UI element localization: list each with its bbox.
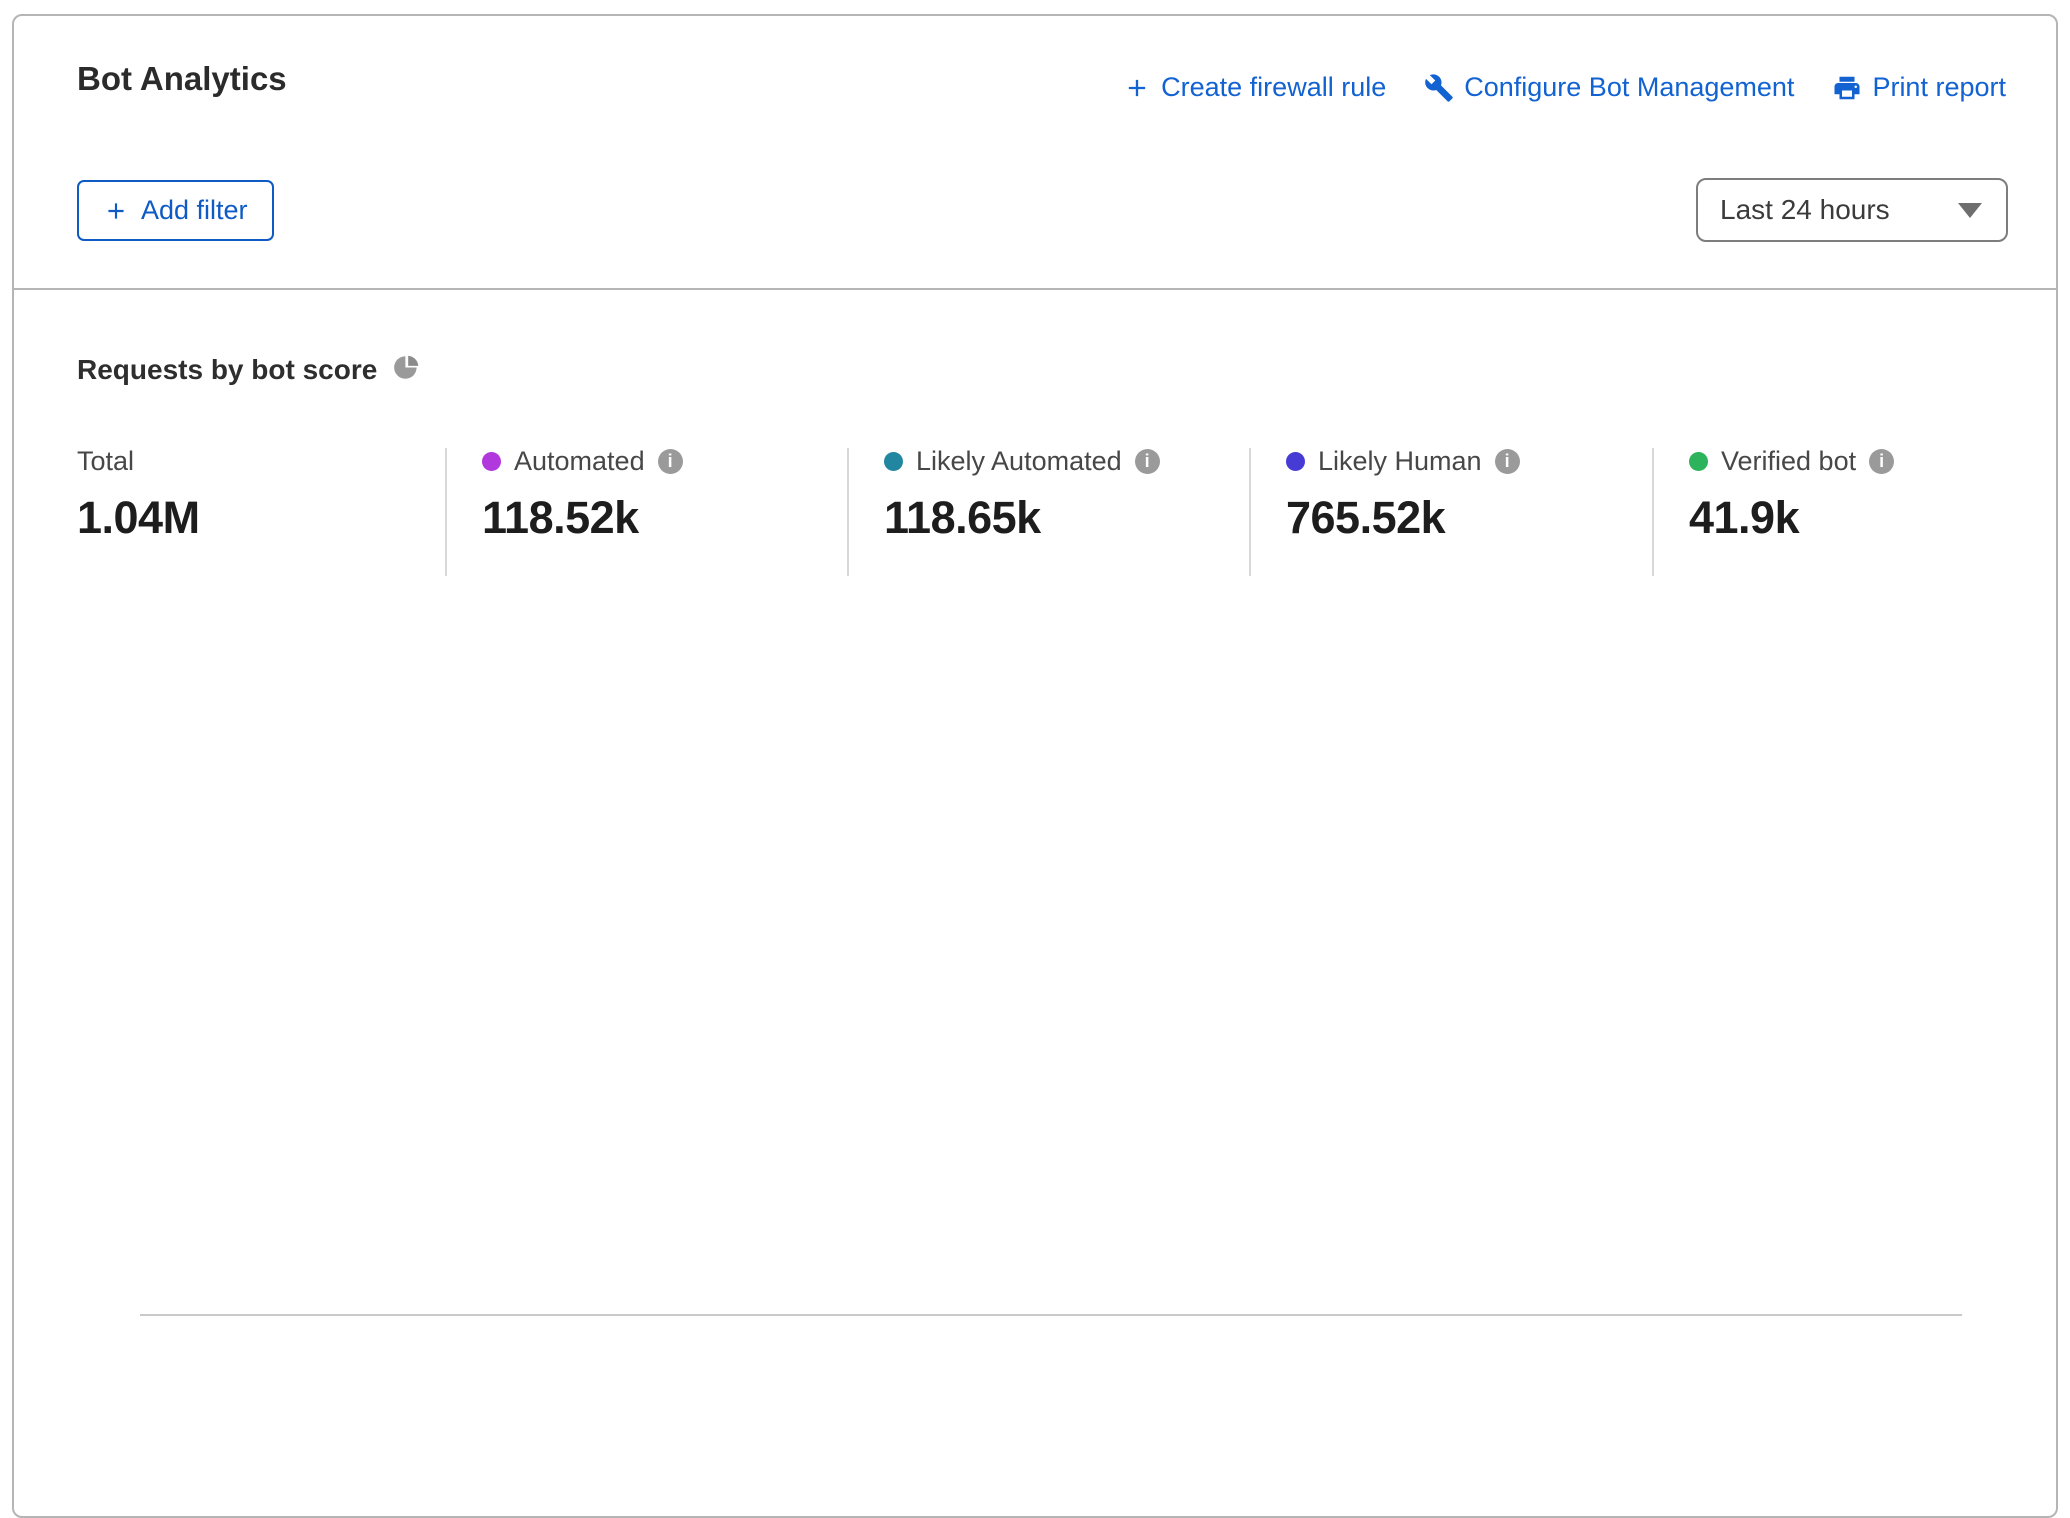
create-firewall-rule-label: Create firewall rule	[1161, 72, 1386, 103]
info-icon[interactable]: i	[1869, 449, 1894, 474]
info-icon[interactable]: i	[1135, 449, 1160, 474]
stat-total-value: 1.04M	[77, 492, 200, 544]
stat-total: Total 1.04M	[77, 444, 200, 544]
stat-likely-human-value: 765.52k	[1286, 492, 1520, 544]
stat-likely-automated: Likely Automated i 118.65k	[884, 444, 1160, 544]
time-range-dropdown[interactable]: Last 24 hours	[1696, 178, 2008, 242]
stat-likely-automated-value: 118.65k	[884, 492, 1160, 544]
verified-bot-dot-icon	[1689, 452, 1708, 471]
stat-divider	[1249, 448, 1251, 576]
configure-bot-management-label: Configure Bot Management	[1464, 72, 1794, 103]
printer-icon	[1832, 73, 1862, 103]
section-title-row: Requests by bot score	[77, 354, 420, 386]
header-actions: Create firewall rule Configure Bot Manag…	[1123, 72, 2006, 103]
print-report-link[interactable]: Print report	[1832, 72, 2006, 103]
stat-likely-human: Likely Human i 765.52k	[1286, 444, 1520, 544]
bot-analytics-card: Bot Analytics Create firewall rule Confi…	[12, 14, 2058, 1518]
info-icon[interactable]: i	[658, 449, 683, 474]
pie-chart-icon	[393, 354, 420, 386]
wrench-icon	[1424, 73, 1454, 103]
time-range-value: Last 24 hours	[1720, 194, 1890, 226]
automated-dot-icon	[482, 452, 501, 471]
chevron-down-icon	[1958, 203, 1982, 218]
likely-human-dot-icon	[1286, 452, 1305, 471]
print-report-label: Print report	[1872, 72, 2006, 103]
add-filter-label: Add filter	[141, 195, 248, 226]
stat-verified-bot-value: 41.9k	[1689, 492, 1894, 544]
page-title: Bot Analytics	[77, 60, 287, 98]
likely-automated-dot-icon	[884, 452, 903, 471]
stat-divider	[1652, 448, 1654, 576]
plus-icon	[1123, 74, 1151, 102]
stat-automated: Automated i 118.52k	[482, 444, 683, 544]
requests-by-bot-score-chart	[62, 632, 1972, 1396]
stat-automated-label: Automated	[514, 446, 645, 477]
stat-verified-bot-label: Verified bot	[1721, 446, 1856, 477]
stat-divider	[445, 448, 447, 576]
plus-icon	[103, 198, 129, 224]
stat-divider	[847, 448, 849, 576]
add-filter-button[interactable]: Add filter	[77, 180, 274, 241]
stat-likely-automated-label: Likely Automated	[916, 446, 1122, 477]
stat-automated-value: 118.52k	[482, 492, 683, 544]
header-divider	[14, 288, 2056, 290]
stat-verified-bot: Verified bot i 41.9k	[1689, 444, 1894, 544]
stat-likely-human-label: Likely Human	[1318, 446, 1482, 477]
create-firewall-rule-link[interactable]: Create firewall rule	[1123, 72, 1386, 103]
configure-bot-management-link[interactable]: Configure Bot Management	[1424, 72, 1794, 103]
stat-total-label: Total	[77, 446, 134, 477]
section-title: Requests by bot score	[77, 354, 377, 386]
info-icon[interactable]: i	[1495, 449, 1520, 474]
